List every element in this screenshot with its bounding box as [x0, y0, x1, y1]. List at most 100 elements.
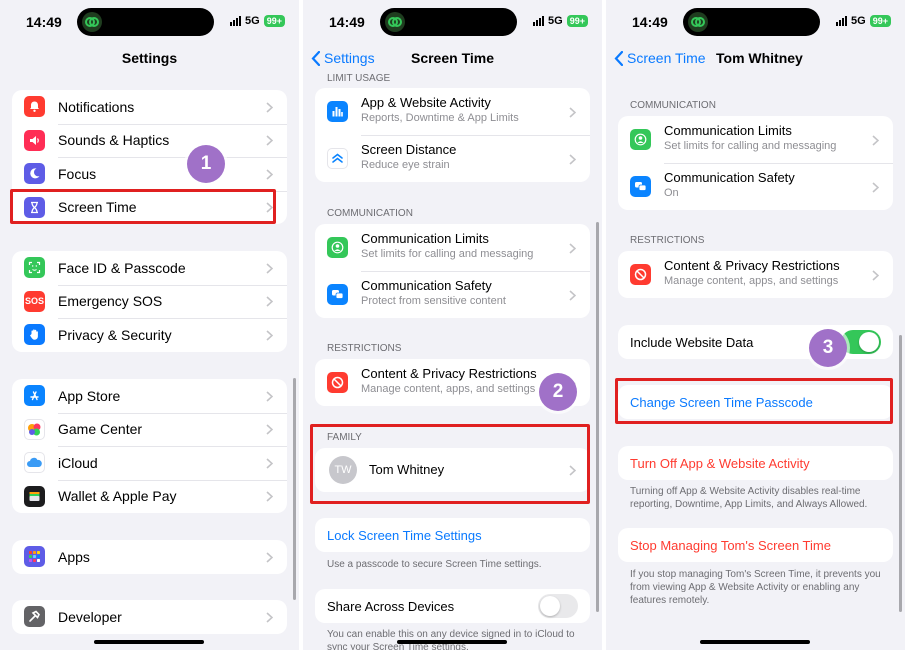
row-label: Notifications [58, 98, 135, 115]
home-indicator [94, 640, 204, 644]
turn-off-activity-label: Turn Off App & Website Activity [630, 456, 810, 471]
turn-off-note: Turning off App & Website Activity disab… [630, 486, 868, 510]
chevron-right-icon [266, 135, 273, 146]
settings-row-apps[interactable]: Apps [12, 540, 287, 574]
row-subtitle: Reports, Downtime & App Limits [361, 112, 519, 124]
scrollbar[interactable] [899, 335, 902, 612]
faceid-icon [24, 257, 45, 278]
member-screen-time-screen: 14:49 5G 99+ Screen Time Tom Whitney COM… [606, 0, 905, 650]
row-content-privacy-restrictions[interactable]: Content & Privacy Restrictions Manage con… [618, 251, 893, 298]
chevron-right-icon [266, 169, 273, 180]
chevron-right-icon [266, 612, 273, 623]
row-label: Focus [58, 165, 97, 182]
row-label: Face ID & Passcode [58, 259, 186, 276]
settings-row-focus[interactable]: Focus [12, 157, 287, 191]
row-communication-limits[interactable]: Communication Limits Set limits for calli… [315, 224, 590, 271]
scrollbar[interactable] [293, 378, 296, 600]
chevron-right-icon [266, 424, 273, 435]
row-label: App Store [58, 387, 121, 404]
link-app-icon [82, 12, 102, 32]
lock-screen-time-settings-button[interactable]: Lock Screen Time Settings [315, 518, 590, 552]
row-subtitle: Set limits for calling and messaging [664, 140, 837, 152]
settings-row-game-center[interactable]: Game Center [12, 412, 287, 447]
dynamic-island [683, 8, 820, 36]
nav-bar: Settings [0, 44, 299, 74]
change-passcode-highlight [615, 378, 893, 424]
wallet-icon [24, 485, 45, 507]
row-title: Communication Limits [361, 231, 489, 246]
bell-icon [24, 96, 45, 117]
share-across-devices-toggle[interactable] [538, 594, 578, 618]
chevron-right-icon [569, 153, 576, 165]
screen-time-highlight [10, 189, 276, 224]
settings-row-icloud[interactable]: iCloud [12, 446, 287, 480]
stop-managing-note: If you stop managing Tom's Screen Time, … [630, 569, 881, 606]
section-header-limit-usage: LIMIT USAGE [327, 73, 391, 84]
sos-icon: SOS [24, 290, 45, 312]
row-subtitle: Protect from sensitive content [361, 295, 506, 307]
status-time: 14:49 [632, 14, 668, 30]
include-website-data-toggle[interactable] [841, 330, 881, 354]
no-entry-icon [630, 264, 651, 285]
row-title: Communication Safety [361, 278, 492, 293]
row-title: Communication Safety [664, 170, 795, 185]
settings-row-app-store[interactable]: App Store [12, 379, 287, 413]
settings-row-wallet-and-apple-pay[interactable]: Wallet & Apple Pay [12, 479, 287, 514]
chevron-right-icon [569, 106, 576, 118]
chevron-right-icon [872, 181, 879, 193]
chevron-right-icon [266, 296, 273, 307]
row-communication-safety[interactable]: Communication Safety On [618, 163, 893, 210]
apps-grid-icon [24, 546, 45, 567]
row-subtitle: Manage content, apps, and settings [664, 275, 839, 287]
dynamic-island [380, 8, 517, 36]
bar-chart-icon [327, 101, 348, 122]
row-label: Wallet & Apple Pay [58, 488, 177, 505]
chevrons-up-icon [327, 148, 348, 169]
row-communication-safety[interactable]: Communication Safety Protect from sensiti… [315, 271, 590, 318]
settings-row-face-id-and-passcode[interactable]: Face ID & Passcode [12, 251, 287, 285]
lock-screen-time-label: Lock Screen Time Settings [327, 528, 482, 543]
back-button[interactable]: Screen Time [614, 50, 706, 66]
stop-managing-label: Stop Managing Tom's Screen Time [630, 538, 831, 553]
link-app-icon [688, 12, 708, 32]
settings-group-4: Apps [12, 540, 287, 574]
settings-row-notifications[interactable]: Notifications [12, 90, 287, 124]
chevron-right-icon [266, 491, 273, 502]
chevron-right-icon [266, 458, 273, 469]
nav-bar: Settings Screen Time [303, 44, 602, 74]
settings-group-2: Face ID & Passcode SOS Emergency SOS Privac… [12, 251, 287, 352]
settings-row-privacy-and-security[interactable]: Privacy & Security [12, 318, 287, 352]
signal-icon [533, 16, 545, 26]
turn-off-activity-button[interactable]: Turn Off App & Website Activity [618, 446, 893, 480]
hand-icon [24, 324, 45, 345]
network-type: 5G [851, 15, 866, 27]
communication-group: Communication Limits Set limits for calli… [618, 116, 893, 210]
row-subtitle: Reduce eye strain [361, 159, 450, 171]
settings-row-emergency-sos[interactable]: SOS Emergency SOS [12, 284, 287, 319]
chevron-left-icon [614, 50, 623, 66]
chevron-right-icon [872, 134, 879, 146]
section-header-restrictions: RESTRICTIONS [630, 235, 705, 246]
chevron-right-icon [266, 263, 273, 274]
scrollbar[interactable] [596, 222, 599, 612]
battery-icon: 99+ [869, 15, 891, 27]
family-highlight [310, 424, 590, 504]
row-communication-limits[interactable]: Communication Limits Set limits for calli… [618, 116, 893, 163]
stop-managing-button[interactable]: Stop Managing Tom's Screen Time [618, 528, 893, 562]
section-header-communication: COMMUNICATION [327, 208, 413, 219]
status-bar: 14:49 5G 99+ [0, 0, 299, 44]
settings-row-sounds-and-haptics[interactable]: Sounds & Haptics [12, 123, 287, 158]
settings-row-developer[interactable]: Developer [12, 600, 287, 634]
chevron-right-icon [266, 102, 273, 113]
settings-group-3: App Store Game Center iCloud Wallet & Apple… [12, 379, 287, 513]
appstore-icon [24, 385, 45, 406]
link-app-icon [385, 12, 405, 32]
row-screen-distance[interactable]: Screen Distance Reduce eye strain [315, 135, 590, 182]
row-label: Apps [58, 548, 90, 565]
status-time: 14:49 [26, 14, 62, 30]
limit-usage-group: App & Website Activity Reports, Downtime … [315, 88, 590, 182]
section-header-communication: COMMUNICATION [630, 100, 716, 111]
row-label: Developer [58, 608, 122, 625]
row-app-and-website-activity[interactable]: App & Website Activity Reports, Downtime … [315, 88, 590, 135]
status-time: 14:49 [329, 14, 365, 30]
